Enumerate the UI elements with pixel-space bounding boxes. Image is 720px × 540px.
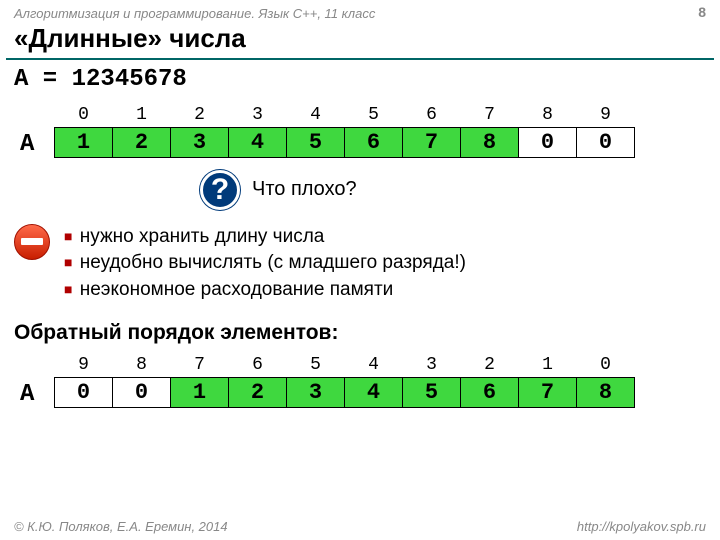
question-mark-icon: ? — [200, 170, 240, 210]
index-cell: 5 — [345, 103, 403, 127]
array-cell: 1 — [55, 127, 113, 157]
index-cell: 2 — [461, 353, 519, 377]
index-cell: 4 — [287, 103, 345, 127]
array-cell: 1 — [171, 377, 229, 407]
bullet-item: ■ неудобно вычислять (с младшего разряда… — [64, 250, 466, 277]
bullet-item: ■ нужно хранить длину числа — [64, 224, 466, 251]
index-cell: 9 — [577, 103, 635, 127]
index-cell: 7 — [461, 103, 519, 127]
footer: © К.Ю. Поляков, Е.А. Еремин, 2014 http:/… — [0, 519, 720, 534]
array-cell: 8 — [577, 377, 635, 407]
index-cell: 8 — [113, 353, 171, 377]
array-cell: 5 — [287, 127, 345, 157]
array-cell: 2 — [113, 127, 171, 157]
index-cell: 9 — [55, 353, 113, 377]
array-cell: 0 — [519, 127, 577, 157]
bullets-block: ■ нужно хранить длину числа■ неудобно вы… — [0, 220, 720, 318]
index-cell: 4 — [345, 353, 403, 377]
array-cell: 6 — [345, 127, 403, 157]
bullet-item: ■ неэкономное расходование памяти — [64, 277, 466, 304]
array-label-2: A — [20, 381, 34, 408]
equation: A = 12345678 — [0, 66, 720, 103]
array-cell: 3 — [287, 377, 345, 407]
array-cell: 0 — [577, 127, 635, 157]
array-cell: 0 — [113, 377, 171, 407]
question-text: Что плохо? — [252, 178, 357, 201]
array-table-1: A 01234567891234567800 — [0, 103, 720, 158]
index-cell: 6 — [229, 353, 287, 377]
index-cell: 6 — [403, 103, 461, 127]
array-cell: 4 — [229, 127, 287, 157]
stop-icon — [14, 224, 50, 260]
array-cell: 7 — [519, 377, 577, 407]
array-label-1: A — [20, 131, 34, 158]
array-cell: 6 — [461, 377, 519, 407]
index-cell: 1 — [519, 353, 577, 377]
index-cell: 3 — [403, 353, 461, 377]
page-number: 8 — [698, 4, 706, 20]
array-cell: 7 — [403, 127, 461, 157]
index-cell: 3 — [229, 103, 287, 127]
index-cell: 2 — [171, 103, 229, 127]
copyright: © К.Ю. Поляков, Е.А. Еремин, 2014 — [14, 519, 228, 534]
index-cell: 5 — [287, 353, 345, 377]
index-cell: 8 — [519, 103, 577, 127]
subheading: Обратный порядок элементов: — [0, 317, 720, 353]
index-cell: 1 — [113, 103, 171, 127]
array-cell: 4 — [345, 377, 403, 407]
url: http://kpolyakov.spb.ru — [577, 519, 706, 534]
array-cell: 8 — [461, 127, 519, 157]
array-table-2: A 98765432100012345678 — [0, 353, 720, 408]
slide-title: «Длинные» числа — [0, 21, 720, 58]
array-cell: 2 — [229, 377, 287, 407]
array-cell: 0 — [55, 377, 113, 407]
index-cell: 0 — [577, 353, 635, 377]
course-header: Алгоритмизация и программирование. Язык … — [0, 0, 720, 21]
divider — [6, 58, 714, 60]
question-row: ? Что плохо? — [0, 158, 720, 220]
array-cell: 5 — [403, 377, 461, 407]
index-cell: 7 — [171, 353, 229, 377]
array-cell: 3 — [171, 127, 229, 157]
index-cell: 0 — [55, 103, 113, 127]
bullet-list: ■ нужно хранить длину числа■ неудобно вы… — [64, 224, 466, 304]
